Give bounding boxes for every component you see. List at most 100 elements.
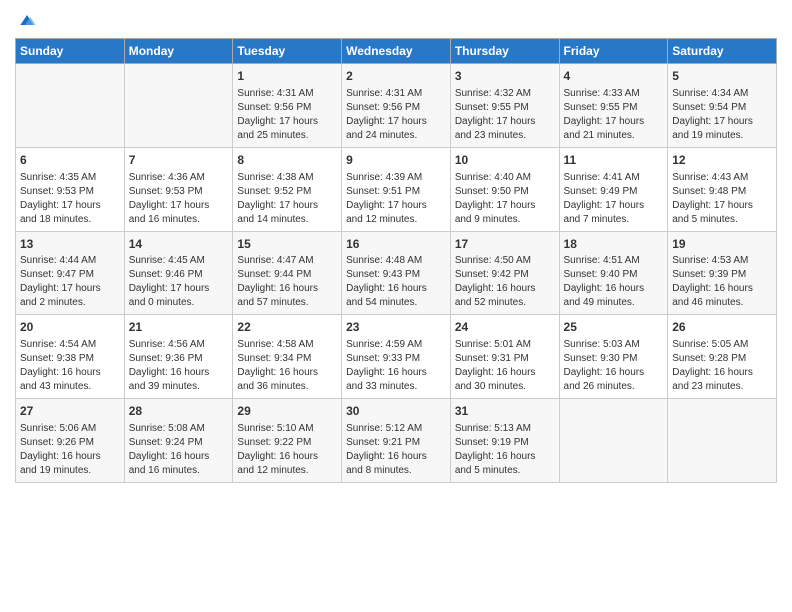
day-number: 26 bbox=[672, 319, 772, 336]
calendar-cell: 27 Sunrise: 5:06 AMSunset: 9:26 PMDayligh… bbox=[16, 399, 125, 483]
day-header-monday: Monday bbox=[124, 39, 233, 64]
day-number: 14 bbox=[129, 236, 229, 253]
day-header-sunday: Sunday bbox=[16, 39, 125, 64]
day-info: Sunrise: 5:06 AMSunset: 9:26 PMDaylight:… bbox=[20, 422, 120, 478]
calendar-header-row: SundayMondayTuesdayWednesdayThursdayFrid… bbox=[16, 39, 777, 64]
calendar-table: SundayMondayTuesdayWednesdayThursdayFrid… bbox=[15, 38, 777, 483]
day-number: 12 bbox=[672, 152, 772, 169]
calendar-week-0: 1 Sunrise: 4:31 AMSunset: 9:56 PMDaylight… bbox=[16, 64, 777, 148]
calendar-cell: 1 Sunrise: 4:31 AMSunset: 9:56 PMDaylight… bbox=[233, 64, 342, 148]
day-info: Sunrise: 4:31 AMSunset: 9:56 PMDaylight:… bbox=[237, 87, 337, 143]
day-number: 24 bbox=[455, 319, 555, 336]
calendar-cell: 9Sunrise: 4:39 AMSunset: 9:51 PMDaylight… bbox=[342, 147, 451, 231]
day-info: Sunrise: 5:13 AMSunset: 9:19 PMDaylight:… bbox=[455, 422, 555, 478]
calendar-cell: 18Sunrise: 4:51 AMSunset: 9:40 PMDayligh… bbox=[559, 231, 668, 315]
day-number: 16 bbox=[346, 236, 446, 253]
day-info: Sunrise: 4:34 AMSunset: 9:54 PMDaylight:… bbox=[672, 87, 772, 143]
calendar-cell: 5 Sunrise: 4:34 AMSunset: 9:54 PMDaylight… bbox=[668, 64, 777, 148]
day-header-wednesday: Wednesday bbox=[342, 39, 451, 64]
day-number: 20 bbox=[20, 319, 120, 336]
day-info: Sunrise: 4:43 AMSunset: 9:48 PMDaylight:… bbox=[672, 171, 772, 227]
day-number: 1 bbox=[237, 68, 337, 85]
day-number: 10 bbox=[455, 152, 555, 169]
day-number: 29 bbox=[237, 403, 337, 420]
day-info: Sunrise: 4:31 AMSunset: 9:56 PMDaylight:… bbox=[346, 87, 446, 143]
day-number: 27 bbox=[20, 403, 120, 420]
day-number: 6 bbox=[20, 152, 120, 169]
day-info: Sunrise: 4:58 AMSunset: 9:34 PMDaylight:… bbox=[237, 338, 337, 394]
calendar-cell: 28 Sunrise: 5:08 AMSunset: 9:24 PMDayligh… bbox=[124, 399, 233, 483]
day-info: Sunrise: 4:40 AMSunset: 9:50 PMDaylight:… bbox=[455, 171, 555, 227]
day-info: Sunrise: 5:03 AMSunset: 9:30 PMDaylight:… bbox=[564, 338, 664, 394]
day-number: 7 bbox=[129, 152, 229, 169]
day-number: 15 bbox=[237, 236, 337, 253]
calendar-cell: 7Sunrise: 4:36 AMSunset: 9:53 PMDaylight… bbox=[124, 147, 233, 231]
day-number: 4 bbox=[564, 68, 664, 85]
day-info: Sunrise: 4:54 AMSunset: 9:38 PMDaylight:… bbox=[20, 338, 120, 394]
day-number: 22 bbox=[237, 319, 337, 336]
day-number: 9 bbox=[346, 152, 446, 169]
day-info: Sunrise: 5:01 AMSunset: 9:31 PMDaylight:… bbox=[455, 338, 555, 394]
day-number: 30 bbox=[346, 403, 446, 420]
calendar-cell: 21 Sunrise: 4:56 AMSunset: 9:36 PMDayligh… bbox=[124, 315, 233, 399]
calendar-cell bbox=[124, 64, 233, 148]
day-info: Sunrise: 4:41 AMSunset: 9:49 PMDaylight:… bbox=[564, 171, 664, 227]
day-header-tuesday: Tuesday bbox=[233, 39, 342, 64]
day-number: 3 bbox=[455, 68, 555, 85]
day-header-saturday: Saturday bbox=[668, 39, 777, 64]
day-info: Sunrise: 5:08 AMSunset: 9:24 PMDaylight:… bbox=[129, 422, 229, 478]
calendar-cell: 14Sunrise: 4:45 AMSunset: 9:46 PMDayligh… bbox=[124, 231, 233, 315]
calendar-cell: 8 Sunrise: 4:38 AMSunset: 9:52 PMDaylight… bbox=[233, 147, 342, 231]
calendar-cell: 26Sunrise: 5:05 AMSunset: 9:28 PMDayligh… bbox=[668, 315, 777, 399]
day-number: 28 bbox=[129, 403, 229, 420]
calendar-cell bbox=[668, 399, 777, 483]
day-number: 31 bbox=[455, 403, 555, 420]
calendar-week-4: 27 Sunrise: 5:06 AMSunset: 9:26 PMDayligh… bbox=[16, 399, 777, 483]
day-info: Sunrise: 4:51 AMSunset: 9:40 PMDaylight:… bbox=[564, 254, 664, 310]
day-info: Sunrise: 4:53 AMSunset: 9:39 PMDaylight:… bbox=[672, 254, 772, 310]
calendar-cell: 17Sunrise: 4:50 AMSunset: 9:42 PMDayligh… bbox=[450, 231, 559, 315]
page: SundayMondayTuesdayWednesdayThursdayFrid… bbox=[0, 0, 792, 612]
day-info: Sunrise: 5:10 AMSunset: 9:22 PMDaylight:… bbox=[237, 422, 337, 478]
day-info: Sunrise: 4:45 AMSunset: 9:46 PMDaylight:… bbox=[129, 254, 229, 310]
header bbox=[15, 10, 777, 30]
day-info: Sunrise: 4:56 AMSunset: 9:36 PMDaylight:… bbox=[129, 338, 229, 394]
day-info: Sunrise: 4:47 AMSunset: 9:44 PMDaylight:… bbox=[237, 254, 337, 310]
calendar-cell: 30Sunrise: 5:12 AMSunset: 9:21 PMDayligh… bbox=[342, 399, 451, 483]
day-info: Sunrise: 4:38 AMSunset: 9:52 PMDaylight:… bbox=[237, 171, 337, 227]
calendar-cell: 3 Sunrise: 4:32 AMSunset: 9:55 PMDaylight… bbox=[450, 64, 559, 148]
day-number: 25 bbox=[564, 319, 664, 336]
day-number: 8 bbox=[237, 152, 337, 169]
day-header-friday: Friday bbox=[559, 39, 668, 64]
calendar-cell: 20 Sunrise: 4:54 AMSunset: 9:38 PMDayligh… bbox=[16, 315, 125, 399]
day-info: Sunrise: 4:48 AMSunset: 9:43 PMDaylight:… bbox=[346, 254, 446, 310]
calendar-week-3: 20 Sunrise: 4:54 AMSunset: 9:38 PMDayligh… bbox=[16, 315, 777, 399]
day-number: 19 bbox=[672, 236, 772, 253]
calendar-cell: 15Sunrise: 4:47 AMSunset: 9:44 PMDayligh… bbox=[233, 231, 342, 315]
calendar-cell: 31 Sunrise: 5:13 AMSunset: 9:19 PMDayligh… bbox=[450, 399, 559, 483]
calendar-cell: 24 Sunrise: 5:01 AMSunset: 9:31 PMDayligh… bbox=[450, 315, 559, 399]
day-number: 21 bbox=[129, 319, 229, 336]
calendar-cell: 22 Sunrise: 4:58 AMSunset: 9:34 PMDayligh… bbox=[233, 315, 342, 399]
calendar-cell: 2 Sunrise: 4:31 AMSunset: 9:56 PMDaylight… bbox=[342, 64, 451, 148]
calendar-cell: 4 Sunrise: 4:33 AMSunset: 9:55 PMDaylight… bbox=[559, 64, 668, 148]
calendar-cell: 11 Sunrise: 4:41 AMSunset: 9:49 PMDayligh… bbox=[559, 147, 668, 231]
day-info: Sunrise: 4:59 AMSunset: 9:33 PMDaylight:… bbox=[346, 338, 446, 394]
day-info: Sunrise: 4:35 AMSunset: 9:53 PMDaylight:… bbox=[20, 171, 120, 227]
calendar-cell: 25 Sunrise: 5:03 AMSunset: 9:30 PMDayligh… bbox=[559, 315, 668, 399]
day-info: Sunrise: 4:44 AMSunset: 9:47 PMDaylight:… bbox=[20, 254, 120, 310]
calendar-cell: 10 Sunrise: 4:40 AMSunset: 9:50 PMDayligh… bbox=[450, 147, 559, 231]
day-info: Sunrise: 4:33 AMSunset: 9:55 PMDaylight:… bbox=[564, 87, 664, 143]
day-header-thursday: Thursday bbox=[450, 39, 559, 64]
day-number: 5 bbox=[672, 68, 772, 85]
logo bbox=[15, 10, 37, 30]
calendar-cell: 6 Sunrise: 4:35 AMSunset: 9:53 PMDaylight… bbox=[16, 147, 125, 231]
day-number: 11 bbox=[564, 152, 664, 169]
calendar-cell: 19Sunrise: 4:53 AMSunset: 9:39 PMDayligh… bbox=[668, 231, 777, 315]
calendar-cell bbox=[16, 64, 125, 148]
day-info: Sunrise: 4:32 AMSunset: 9:55 PMDaylight:… bbox=[455, 87, 555, 143]
day-number: 17 bbox=[455, 236, 555, 253]
calendar-cell: 23Sunrise: 4:59 AMSunset: 9:33 PMDayligh… bbox=[342, 315, 451, 399]
day-number: 2 bbox=[346, 68, 446, 85]
calendar-week-2: 13Sunrise: 4:44 AMSunset: 9:47 PMDayligh… bbox=[16, 231, 777, 315]
